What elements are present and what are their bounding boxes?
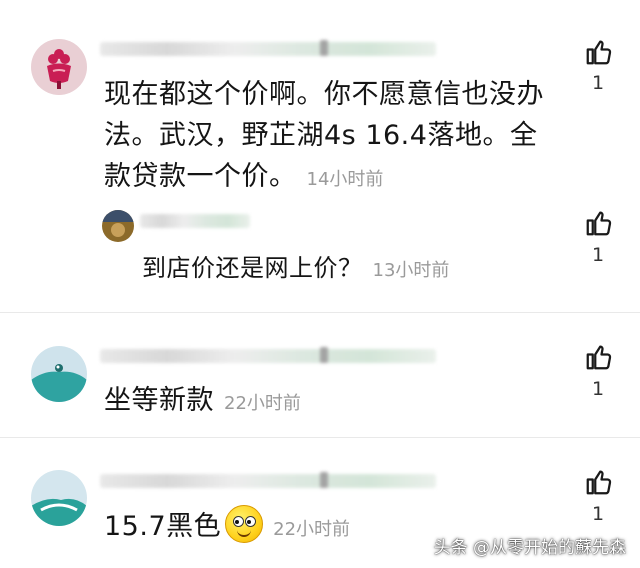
avatar[interactable] — [31, 470, 87, 526]
avatar[interactable] — [31, 39, 87, 95]
reply-avatar[interactable] — [102, 210, 134, 242]
like-count: 1 — [591, 378, 605, 400]
comment-text-line: 法。武汉，野芷湖4s 16.4落地。全 — [104, 120, 538, 151]
comment-time: 14小时前 — [306, 169, 384, 190]
comment-content: 坐等新款 — [104, 385, 214, 416]
comment-text-line: 现在都这个价啊。你不愿意信也没办 — [104, 79, 544, 110]
watermark: 头条 @从零开始的蘇先森 — [433, 538, 626, 558]
comment-time: 22小时前 — [273, 519, 351, 540]
comment-text: 15.7黑色 22小时前 — [104, 505, 350, 550]
reply-time: 13小时前 — [372, 260, 450, 281]
divider — [0, 437, 640, 438]
comment-text: 坐等新款 22小时前 — [104, 380, 301, 424]
thumbs-up-icon[interactable] — [584, 207, 614, 239]
like-count: 1 — [591, 244, 605, 266]
thumbs-up-icon[interactable] — [584, 36, 614, 68]
like-count: 1 — [591, 503, 605, 525]
username-blurred[interactable] — [100, 347, 436, 363]
like-count: 1 — [591, 72, 605, 94]
username-blurred[interactable] — [100, 40, 436, 56]
avatar[interactable] — [31, 346, 87, 402]
reply-username-blurred[interactable] — [140, 214, 250, 228]
comment-text: 现在都这个价啊。你不愿意信也没办 法。武汉，野芷湖4s 16.4落地。全 款贷款… — [104, 74, 544, 200]
thumbs-up-icon[interactable] — [584, 466, 614, 498]
comment-content: 15.7黑色 — [104, 511, 222, 542]
thumbs-up-icon[interactable] — [584, 341, 614, 373]
comment-time: 22小时前 — [224, 393, 301, 414]
smiley-emoji-icon — [225, 505, 264, 543]
comment-text-line: 款贷款一个价。 14小时前 — [104, 156, 544, 200]
reply-text: 到店价还是网上价？ 13小时前 — [142, 251, 449, 288]
comment-text-line-3: 款贷款一个价。 — [104, 161, 297, 192]
username-blurred[interactable] — [100, 472, 436, 488]
divider — [0, 312, 640, 313]
reply-content: 到店价还是网上价？ — [142, 254, 363, 282]
